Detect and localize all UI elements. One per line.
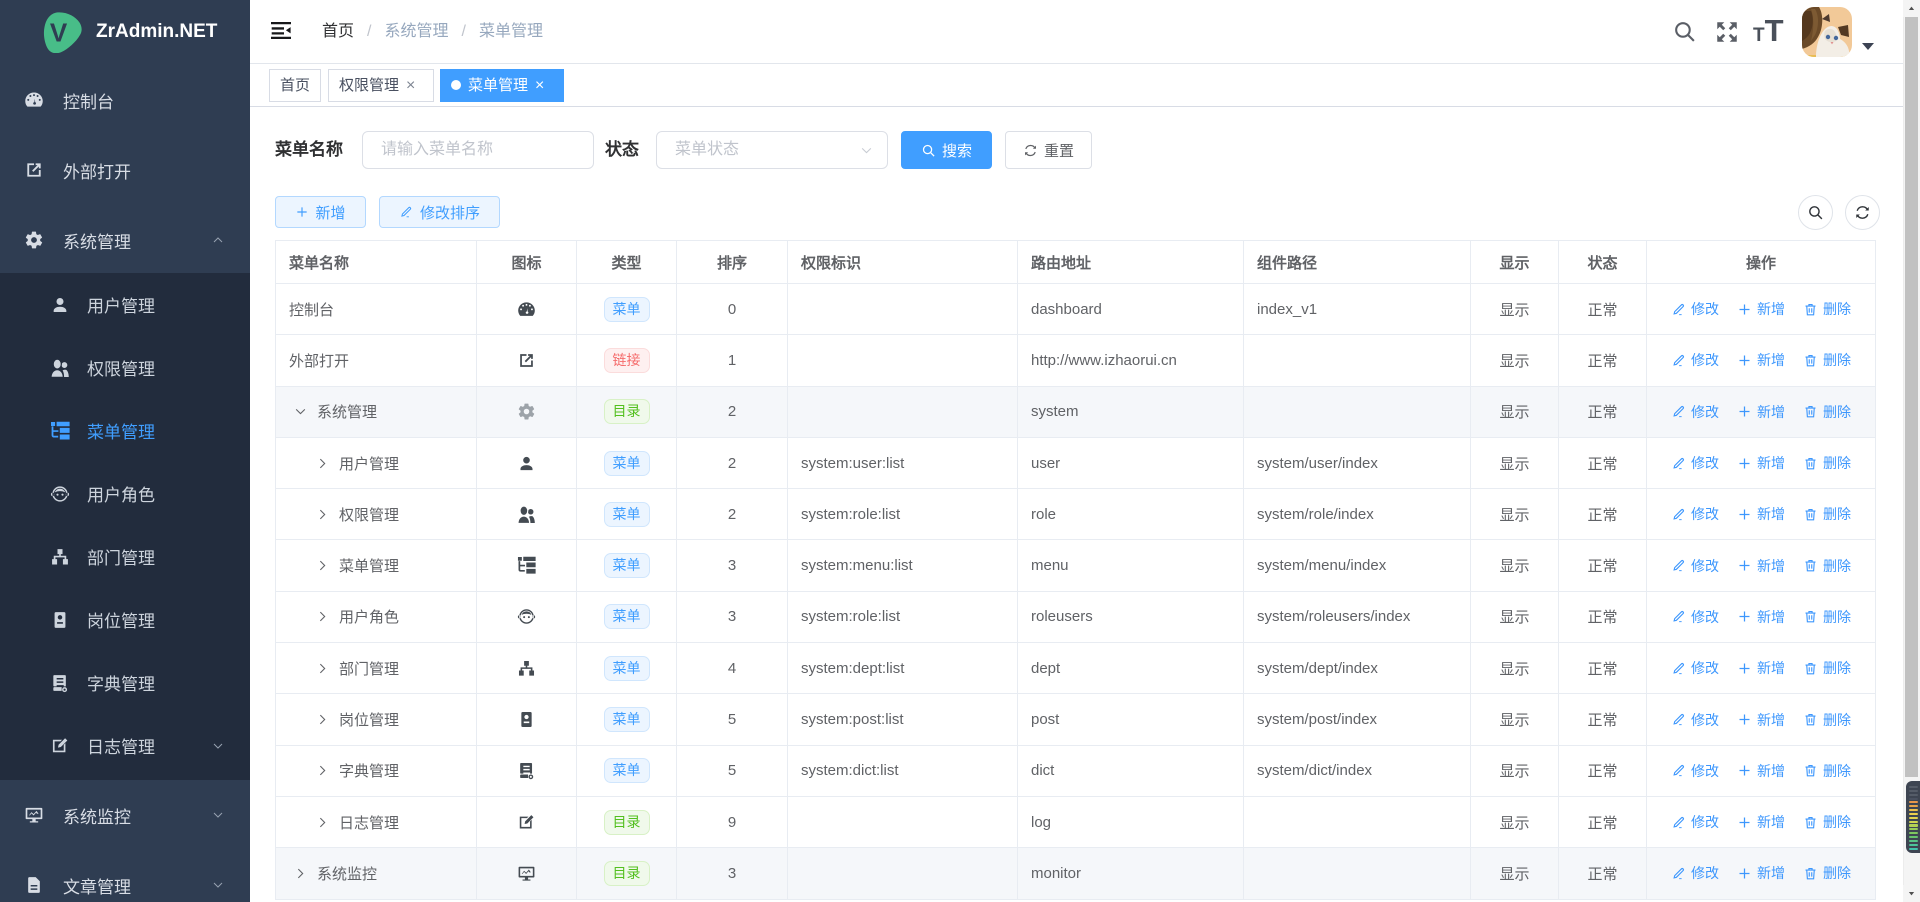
svg-text:V: V [50,18,68,48]
